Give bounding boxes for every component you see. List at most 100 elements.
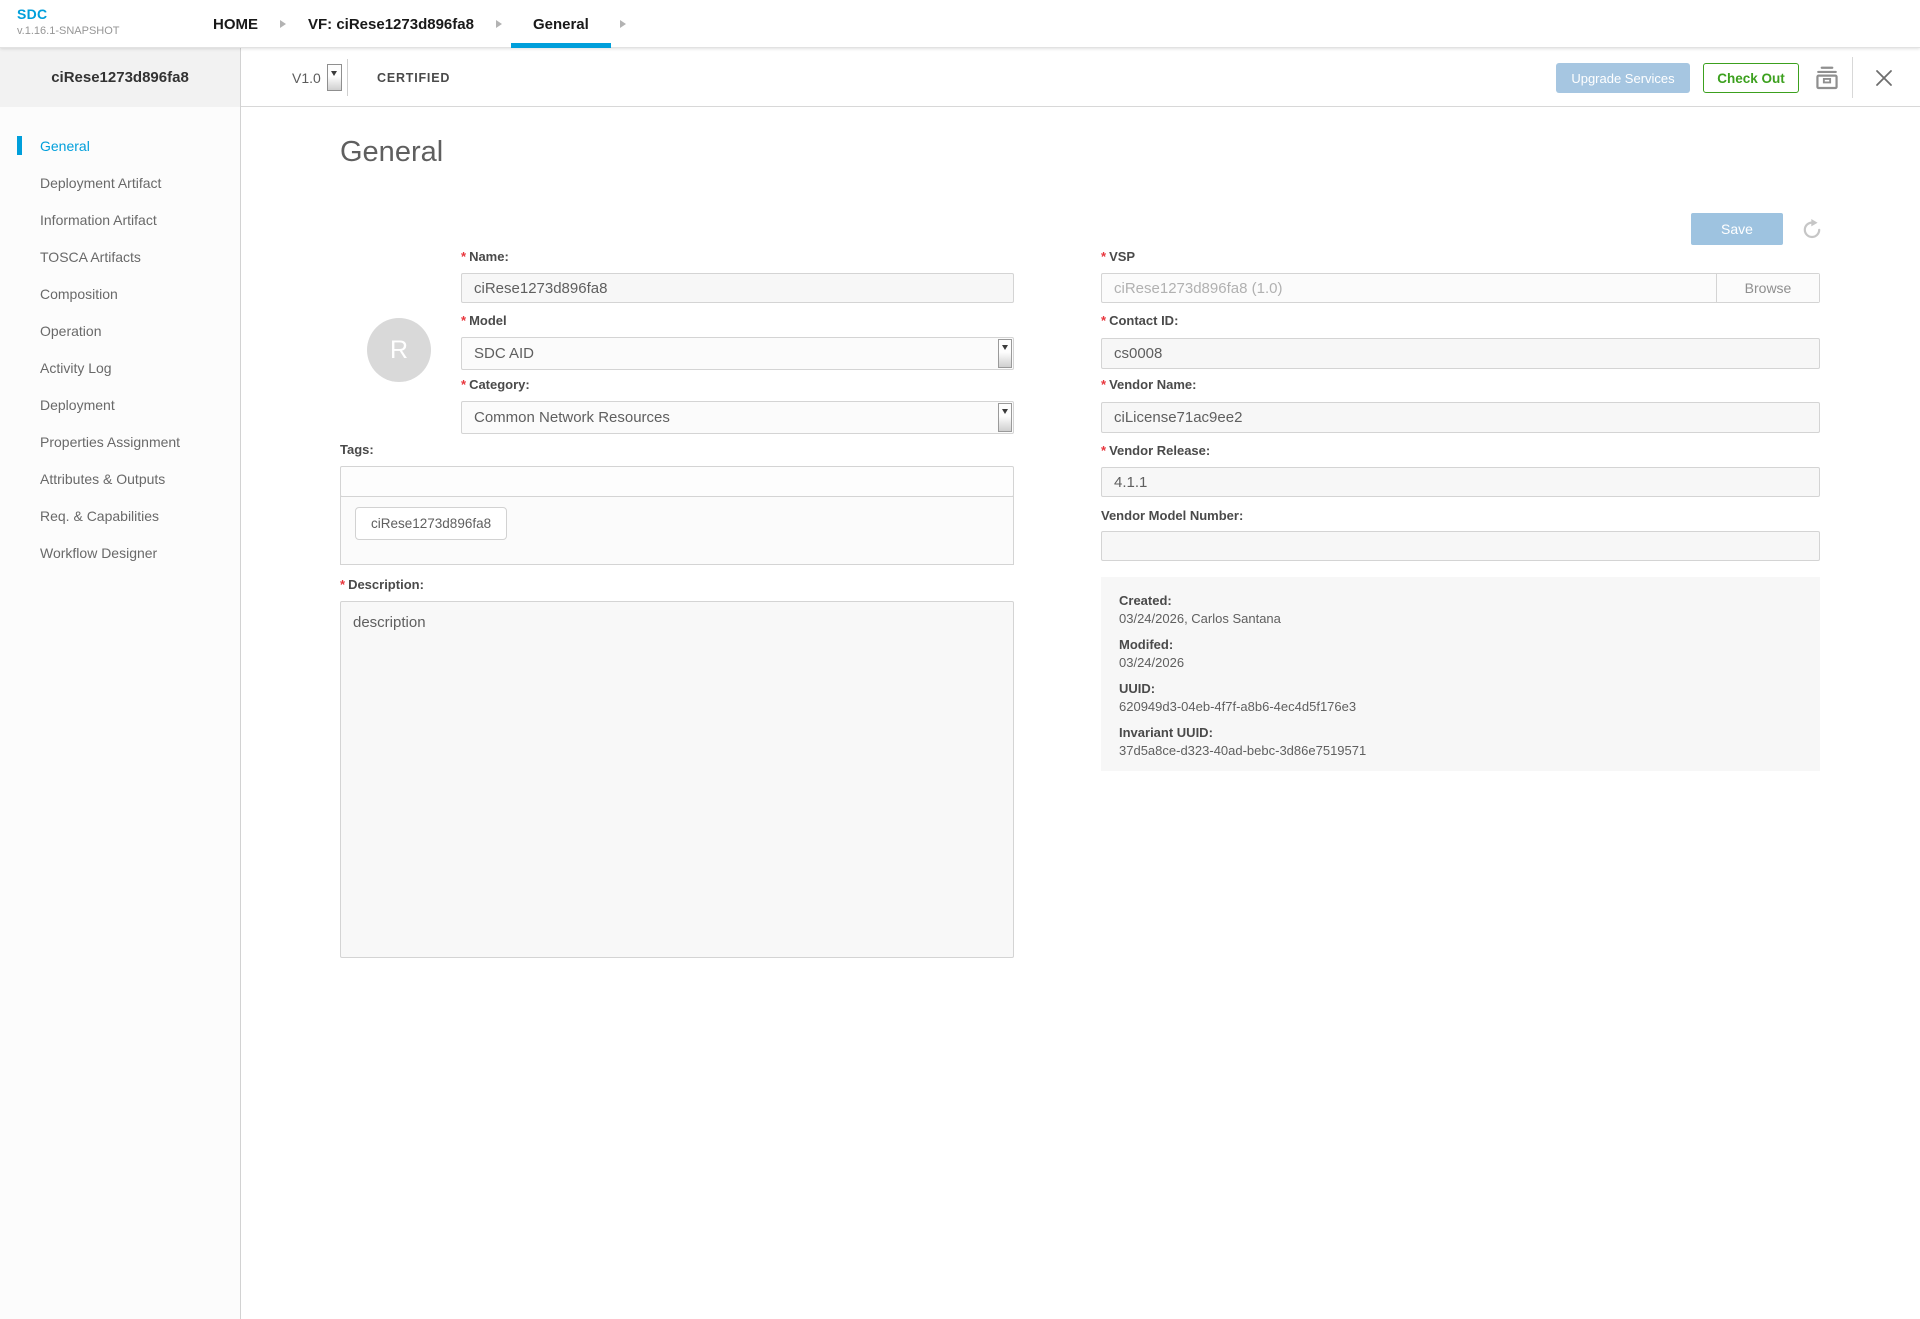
sidebar-item-information-artifact[interactable]: Information Artifact xyxy=(0,201,240,238)
meta-label: Invariant UUID: xyxy=(1119,725,1213,740)
header-divider xyxy=(347,59,348,96)
active-indicator-bar xyxy=(17,136,22,155)
vsp-label: * VSP xyxy=(1101,249,1136,264)
avatar: R xyxy=(367,318,431,382)
version-selector-value: V1.0 xyxy=(292,69,321,86)
sidebar-item-label: Deployment xyxy=(40,396,115,413)
name-input[interactable] xyxy=(461,273,1014,303)
tags-label: Tags: xyxy=(340,442,374,457)
close-icon[interactable] xyxy=(1873,67,1895,89)
meta-label: UUID: xyxy=(1119,681,1156,696)
meta-label: Created: xyxy=(1119,593,1172,608)
vendor-name-label: * Vendor Name: xyxy=(1101,377,1197,392)
description-textarea[interactable]: description xyxy=(340,601,1014,958)
meta-value: 03/24/2026, Carlos Santana xyxy=(1119,611,1281,626)
required-marker: * xyxy=(461,249,467,264)
required-marker: * xyxy=(461,377,467,392)
check-out-button[interactable]: Check Out xyxy=(1703,63,1799,93)
vendor-model-number-input[interactable] xyxy=(1101,531,1820,561)
sidebar-item-label: Properties Assignment xyxy=(40,433,181,450)
sidebar-item-req-capabilities[interactable]: Req. & Capabilities xyxy=(0,497,240,534)
required-marker: * xyxy=(1101,249,1107,264)
sidebar-item-label: Req. & Capabilities xyxy=(40,507,160,524)
sdc-app: SDC v.1.16.1-SNAPSHOT HOME VF: ciRese127… xyxy=(0,0,1920,1319)
vsp-field: ciRese1273d896fa8 (1.0) Browse xyxy=(1101,273,1820,303)
sidebar-item-workflow-designer[interactable]: Workflow Designer xyxy=(0,534,240,571)
breadcrumb-home[interactable]: HOME xyxy=(200,0,271,48)
archive-icon[interactable] xyxy=(1813,64,1841,92)
required-marker: * xyxy=(1101,443,1107,458)
category-select[interactable]: Common Network Resources xyxy=(461,401,1014,434)
vendor-release-input[interactable] xyxy=(1101,467,1820,497)
tags-input[interactable] xyxy=(340,466,1014,497)
browse-button[interactable]: Browse xyxy=(1716,274,1819,302)
sdc-logo-text: SDC xyxy=(17,6,48,22)
sidebar-item-label: TOSCA Artifacts xyxy=(40,248,141,265)
chevron-right-icon xyxy=(619,20,626,28)
sdc-version-text: v.1.16.1-SNAPSHOT xyxy=(17,25,120,37)
category-label: * Category: xyxy=(461,377,530,392)
revert-icon[interactable] xyxy=(1800,217,1824,241)
lifecycle-state-badge: CERTIFIED xyxy=(377,70,451,85)
vsp-value: ciRese1273d896fa8 (1.0) xyxy=(1114,279,1283,297)
left-menu: General Deployment Artifact Information … xyxy=(0,107,241,1319)
sidebar-item-label: Attributes & Outputs xyxy=(40,470,166,487)
description-label: * Description: xyxy=(340,577,424,592)
meta-value: 620949d3-04eb-4f7f-a8b6-4ec4d5f176e3 xyxy=(1119,699,1357,714)
sidebar-item-label: Activity Log xyxy=(40,359,112,376)
meta-label: Modifed: xyxy=(1119,637,1174,652)
sidebar-item-label: Workflow Designer xyxy=(40,544,158,561)
meta-created: Created: 03/24/2026, Carlos Santana xyxy=(1119,592,1802,628)
sidebar-item-label: Information Artifact xyxy=(40,211,157,228)
chevron-down-icon xyxy=(998,403,1012,432)
sdc-logo[interactable]: SDC v.1.16.1-SNAPSHOT xyxy=(17,7,120,37)
sidebar-item-composition[interactable]: Composition xyxy=(0,275,240,312)
breadcrumb-general-active[interactable]: General xyxy=(510,0,611,48)
model-select[interactable]: SDC AID xyxy=(461,337,1014,370)
tags-chip-panel: ciRese1273d896fa8 xyxy=(340,496,1014,565)
contact-id-label: * Contact ID: xyxy=(1101,313,1179,328)
upgrade-services-button[interactable]: Upgrade Services xyxy=(1556,63,1690,93)
contact-id-input[interactable] xyxy=(1101,338,1820,369)
meta-value: 37d5a8ce-d323-40ad-bebc-3d86e7519571 xyxy=(1119,743,1367,758)
chevron-down-icon xyxy=(998,339,1012,368)
breadcrumb-vf[interactable]: VF: ciRese1273d896fa8 xyxy=(295,0,487,48)
sidebar-item-label: Operation xyxy=(40,322,102,339)
sidebar-item-tosca-artifacts[interactable]: TOSCA Artifacts xyxy=(0,238,240,275)
sidebar-item-label: Composition xyxy=(40,285,118,302)
save-button[interactable]: Save xyxy=(1691,213,1783,245)
tag-chip[interactable]: ciRese1273d896fa8 xyxy=(355,507,508,540)
required-marker: * xyxy=(1101,377,1107,392)
meta-value: 03/24/2026 xyxy=(1119,655,1185,670)
general-content: General Save R *Name: *Model SDC AID *Ca… xyxy=(241,107,1920,1319)
meta-invariant-uuid: Invariant UUID: 37d5a8ce-d323-40ad-bebc-… xyxy=(1119,724,1802,760)
sidebar-item-properties-assignment[interactable]: Properties Assignment xyxy=(0,423,240,460)
top-nav: SDC v.1.16.1-SNAPSHOT HOME VF: ciRese127… xyxy=(0,0,1920,48)
meta-modified: Modifed: 03/24/2026 xyxy=(1119,636,1802,672)
required-marker: * xyxy=(461,313,467,328)
sidebar-item-activity-log[interactable]: Activity Log xyxy=(0,349,240,386)
sidebar-item-operation[interactable]: Operation xyxy=(0,312,240,349)
sidebar-item-deployment-artifact[interactable]: Deployment Artifact xyxy=(0,164,240,201)
required-marker: * xyxy=(1101,313,1107,328)
vendor-name-input[interactable] xyxy=(1101,402,1820,433)
chevron-right-icon xyxy=(280,20,286,28)
breadcrumb: HOME VF: ciRese1273d896fa8 General xyxy=(200,0,635,48)
chevron-right-icon xyxy=(495,20,502,28)
vendor-release-label: * Vendor Release: xyxy=(1101,443,1211,458)
sidebar-item-deployment[interactable]: Deployment xyxy=(0,386,240,423)
sidebar-item-attributes-outputs[interactable]: Attributes & Outputs xyxy=(0,460,240,497)
name-label: * Name: xyxy=(461,249,509,264)
header-button-divider xyxy=(1852,57,1853,98)
asset-header-bar: ciRese1273d896fa8 V1.0 CERTIFIED Upgrade… xyxy=(0,48,1920,107)
meta-uuid: UUID: 620949d3-04eb-4f7f-a8b6-4ec4d5f176… xyxy=(1119,680,1802,716)
sidebar-item-label: General xyxy=(40,137,90,154)
required-marker: * xyxy=(340,577,346,592)
sidebar-item-general[interactable]: General xyxy=(0,127,240,164)
page-title: General xyxy=(340,136,444,168)
asset-title: ciRese1273d896fa8 xyxy=(0,48,241,107)
version-selector-dropdown[interactable] xyxy=(327,64,342,91)
category-select-value: Common Network Resources xyxy=(474,409,670,426)
vendor-model-number-label: Vendor Model Number: xyxy=(1101,508,1244,523)
model-label: * Model xyxy=(461,313,507,328)
